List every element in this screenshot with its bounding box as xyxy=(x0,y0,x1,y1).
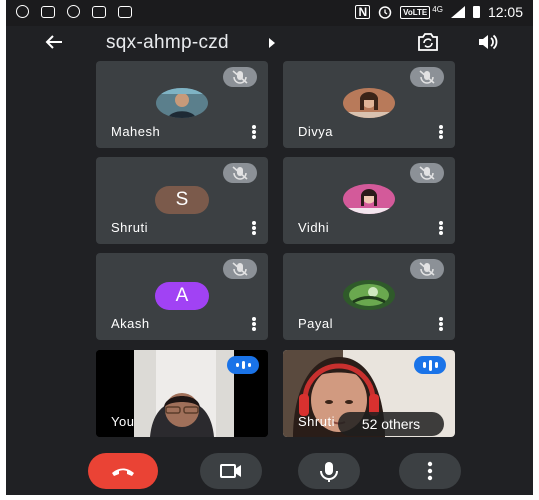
participant-tile-akash[interactable]: A Akash xyxy=(96,253,268,340)
self-video-tile[interactable]: You xyxy=(96,350,268,437)
back-arrow-icon[interactable] xyxy=(42,30,66,54)
camera-toggle-button[interactable] xyxy=(200,453,262,489)
calendar-notification-icon xyxy=(92,5,106,18)
signal-icon xyxy=(450,6,465,18)
more-options-button[interactable] xyxy=(399,453,461,489)
muted-mic-icon xyxy=(223,67,257,87)
video-camera-icon xyxy=(220,464,241,478)
speaking-indicator-icon xyxy=(414,356,446,374)
meeting-code[interactable]: sqx-ahmp-czd xyxy=(106,32,229,54)
others-count-button[interactable]: 52 others xyxy=(338,412,444,436)
microphone-toggle-button[interactable] xyxy=(298,453,360,489)
muted-mic-icon xyxy=(223,259,257,279)
avatar-photo xyxy=(343,184,395,214)
participant-name: Vidhi xyxy=(298,220,330,235)
avatar-photo xyxy=(343,280,395,310)
more-options-icon[interactable] xyxy=(252,317,256,331)
alarm-icon xyxy=(378,6,392,19)
meet-screen: N VoLTE 4G 12:05 sqx-ahmp-czd Mahesh Div… xyxy=(6,0,533,495)
avatar-photo xyxy=(156,88,208,118)
hang-up-icon xyxy=(112,468,134,476)
participant-name: Shruti xyxy=(111,220,148,235)
nfc-icon: N xyxy=(355,5,371,19)
chat-notification-icon xyxy=(16,5,29,18)
participant-tile-payal[interactable]: Payal xyxy=(283,253,455,340)
clock: 12:05 xyxy=(487,4,523,20)
gallery-notification-icon xyxy=(118,5,132,18)
participant-tile-shruti[interactable]: S Shruti xyxy=(96,157,268,244)
muted-mic-icon xyxy=(223,163,257,183)
speaking-indicator-icon xyxy=(227,356,259,374)
participant-name: Akash xyxy=(111,316,150,331)
meeting-details-caret-icon[interactable] xyxy=(269,38,275,48)
avatar-initial: S xyxy=(155,186,209,214)
vertical-dots-icon xyxy=(427,461,433,481)
muted-mic-icon xyxy=(410,67,444,87)
more-options-icon[interactable] xyxy=(439,125,443,139)
participant-name: Payal xyxy=(298,316,334,331)
participant-tile-vidhi[interactable]: Vidhi xyxy=(283,157,455,244)
end-call-button[interactable] xyxy=(88,453,158,489)
more-options-icon[interactable] xyxy=(252,125,256,139)
youtube-notification-icon xyxy=(41,5,55,18)
avatar-initial: A xyxy=(155,282,209,310)
participant-name: You xyxy=(111,414,135,429)
participant-tile-mahesh[interactable]: Mahesh xyxy=(96,61,268,148)
participant-name: Divya xyxy=(298,124,334,139)
microphone-icon xyxy=(320,462,338,482)
speaker-icon[interactable] xyxy=(477,32,499,52)
participant-tile-divya[interactable]: Divya xyxy=(283,61,455,148)
muted-mic-icon xyxy=(410,259,444,279)
meeting-header: sqx-ahmp-czd xyxy=(6,26,533,62)
participant-name: Mahesh xyxy=(111,124,161,139)
network-type: 4G xyxy=(432,4,443,14)
switch-camera-icon[interactable] xyxy=(415,30,441,54)
more-options-icon[interactable] xyxy=(252,221,256,235)
more-options-icon[interactable] xyxy=(439,221,443,235)
more-options-icon[interactable] xyxy=(439,317,443,331)
status-bar: N VoLTE 4G 12:05 xyxy=(6,0,533,26)
participant-name: Shruti xyxy=(298,414,335,429)
volte-badge: VoLTE xyxy=(400,5,431,19)
muted-mic-icon xyxy=(410,163,444,183)
app-notification-icon xyxy=(67,5,80,18)
battery-icon xyxy=(472,6,480,18)
avatar-photo xyxy=(343,88,395,118)
